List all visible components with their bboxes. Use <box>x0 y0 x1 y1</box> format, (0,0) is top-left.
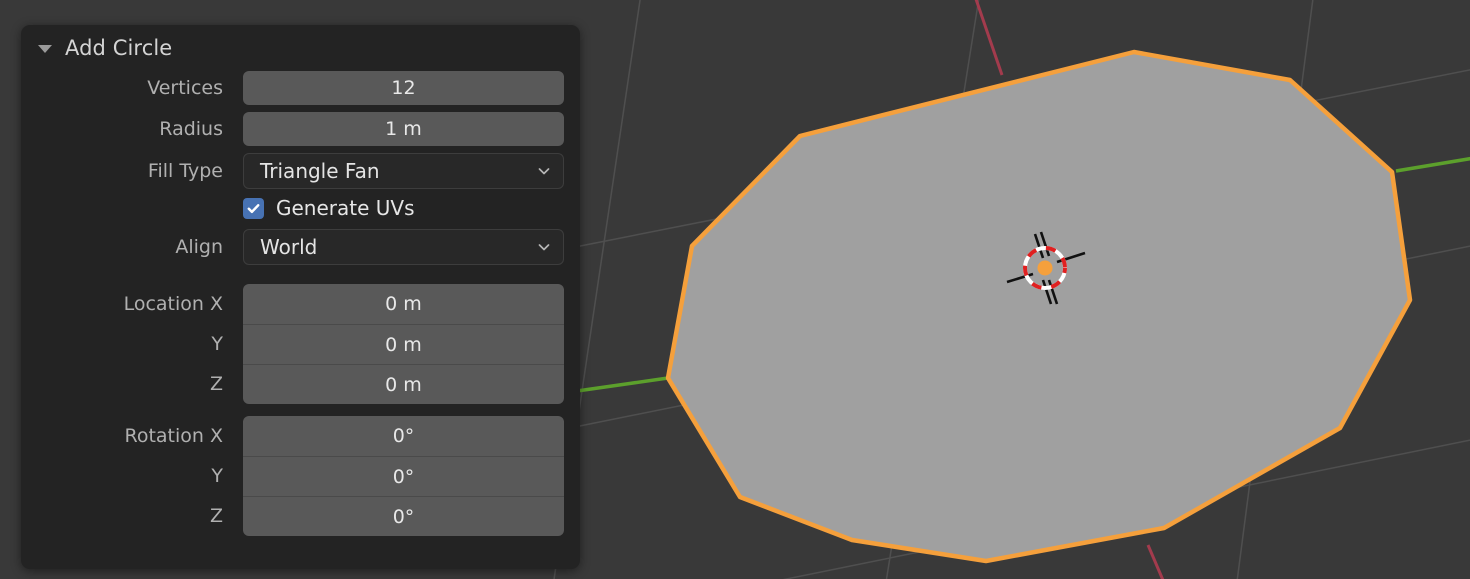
label-align: Align <box>175 236 223 258</box>
label-vertices: Vertices <box>147 77 223 99</box>
rotation-z-input[interactable]: 0° <box>243 496 564 536</box>
field-row-align: Align World <box>21 229 564 265</box>
label-location-x: Location X <box>123 293 223 315</box>
group-gap <box>21 272 564 284</box>
field-group-rotation: Rotation X Y Z 0° 0° 0° <box>21 416 564 536</box>
group-gap <box>21 404 564 416</box>
panel-header[interactable]: Add Circle <box>21 25 580 71</box>
align-dropdown[interactable]: World <box>243 229 564 265</box>
align-value: World <box>260 235 318 259</box>
panel-body: Vertices 12 Radius 1 m Fill Type Triangl… <box>21 71 580 536</box>
redo-panel-add-circle[interactable]: Add Circle Vertices 12 Radius 1 m Fill T… <box>21 25 580 569</box>
page-title: Add Circle <box>65 36 173 60</box>
fill-type-dropdown[interactable]: Triangle Fan <box>243 153 564 189</box>
location-z-input[interactable]: 0 m <box>243 364 564 404</box>
field-row-vertices: Vertices 12 <box>21 71 564 105</box>
rotation-label-column: Rotation X Y Z <box>21 416 243 536</box>
generate-uvs-checkbox[interactable] <box>243 197 264 219</box>
vertices-input[interactable]: 12 <box>243 71 564 105</box>
rotation-vector-stack: 0° 0° 0° <box>243 416 564 536</box>
label-radius: Radius <box>159 118 223 140</box>
label-rotation-y: Y <box>211 465 223 487</box>
location-label-column: Location X Y Z <box>21 284 243 404</box>
location-x-input[interactable]: 0 m <box>243 284 564 324</box>
field-row-fill-type: Fill Type Triangle Fan <box>21 153 564 189</box>
field-group-location: Location X Y Z 0 m 0 m 0 m <box>21 284 564 404</box>
field-row-generate-uvs: Generate UVs <box>21 196 564 220</box>
rotation-x-input[interactable]: 0° <box>243 416 564 456</box>
location-vector-stack: 0 m 0 m 0 m <box>243 284 564 404</box>
rotation-y-input[interactable]: 0° <box>243 456 564 496</box>
field-row-radius: Radius 1 m <box>21 112 564 146</box>
label-fill-type: Fill Type <box>147 160 223 182</box>
triangle-down-icon[interactable] <box>38 45 52 53</box>
radius-input[interactable]: 1 m <box>243 112 564 146</box>
chevron-down-icon <box>538 244 550 251</box>
label-location-z: Z <box>209 373 223 395</box>
label-rotation-x: Rotation X <box>124 425 223 447</box>
label-rotation-z: Z <box>209 505 223 527</box>
location-y-input[interactable]: 0 m <box>243 324 564 364</box>
fill-type-value: Triangle Fan <box>260 159 380 183</box>
generate-uvs-label: Generate UVs <box>276 196 415 220</box>
check-icon <box>247 203 260 213</box>
label-location-y: Y <box>211 333 223 355</box>
chevron-down-icon <box>538 168 550 175</box>
